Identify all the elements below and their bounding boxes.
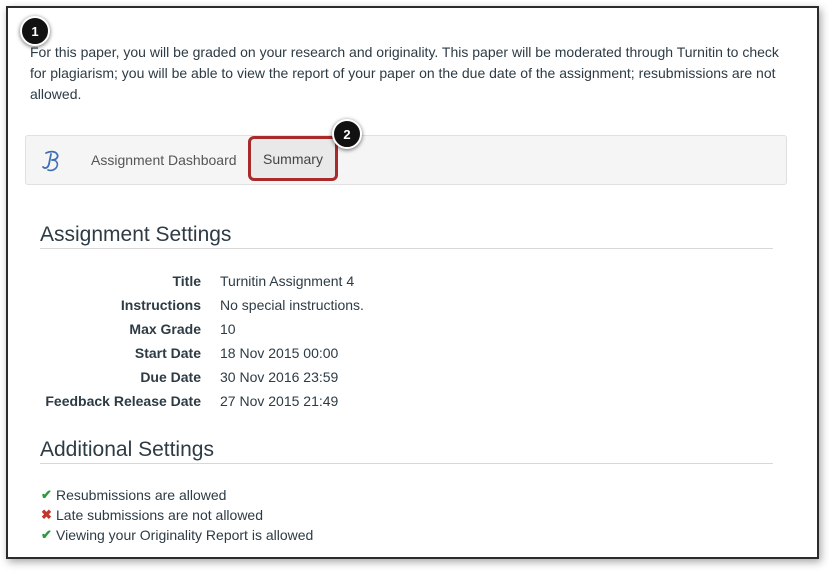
screenshot-frame: 1 For this paper, you will be graded on … — [6, 6, 819, 559]
setting-text: Late submissions are not allowed — [56, 507, 264, 523]
settings-label: Instructions — [120, 297, 201, 313]
settings-value: 27 Nov 2015 21:49 — [220, 393, 339, 409]
settings-value: Turnitin Assignment 4 — [220, 273, 355, 289]
settings-row: Due Date 30 Nov 2016 23:59 — [38, 365, 364, 389]
settings-row: Start Date 18 Nov 2015 00:00 — [38, 341, 364, 365]
settings-row: Feedback Release Date 27 Nov 2015 21:49 — [38, 389, 364, 413]
setting-text: Viewing your Originality Report is allow… — [56, 527, 314, 543]
tab-assignment-dashboard[interactable]: Assignment Dashboard — [91, 136, 237, 184]
settings-label: Max Grade — [129, 321, 201, 337]
settings-label: Title — [172, 273, 201, 289]
assignment-settings-heading: Assignment Settings — [40, 223, 232, 246]
callout-badge-2: 2 — [332, 119, 362, 149]
turnitin-tab-bar: Assignment Dashboard Summary — [25, 135, 787, 185]
settings-label: Feedback Release Date — [45, 393, 201, 409]
settings-row: Instructions No special instructions. — [38, 293, 364, 317]
list-item: ✔ Resubmissions are allowed — [41, 485, 313, 505]
settings-label: Start Date — [134, 345, 201, 361]
divider — [40, 248, 773, 249]
settings-row: Max Grade 10 — [38, 317, 364, 341]
assignment-description: For this paper, you will be graded on yo… — [30, 44, 779, 102]
settings-value: 30 Nov 2016 23:59 — [220, 369, 339, 385]
assignment-settings-table: Title Turnitin Assignment 4 Instructions… — [38, 269, 364, 413]
settings-value: 10 — [220, 321, 236, 337]
settings-row: Title Turnitin Assignment 4 — [38, 269, 364, 293]
additional-settings-heading: Additional Settings — [40, 438, 214, 461]
list-item: ✔ Viewing your Originality Report is all… — [41, 525, 313, 545]
check-icon: ✔ — [41, 487, 52, 502]
settings-value: No special instructions. — [220, 297, 364, 313]
settings-label: Due Date — [140, 369, 201, 385]
divider — [40, 463, 773, 464]
list-item: ✖ Late submissions are not allowed — [41, 505, 313, 525]
additional-settings-list: ✔ Resubmissions are allowed ✖ Late submi… — [41, 485, 313, 545]
settings-value: 18 Nov 2015 00:00 — [220, 345, 339, 361]
turnitin-logo-icon — [40, 149, 62, 173]
check-icon: ✔ — [41, 527, 52, 542]
x-icon: ✖ — [41, 507, 52, 522]
tab-summary[interactable]: Summary — [248, 136, 338, 181]
callout-badge-1: 1 — [20, 16, 50, 46]
setting-text: Resubmissions are allowed — [56, 487, 227, 503]
